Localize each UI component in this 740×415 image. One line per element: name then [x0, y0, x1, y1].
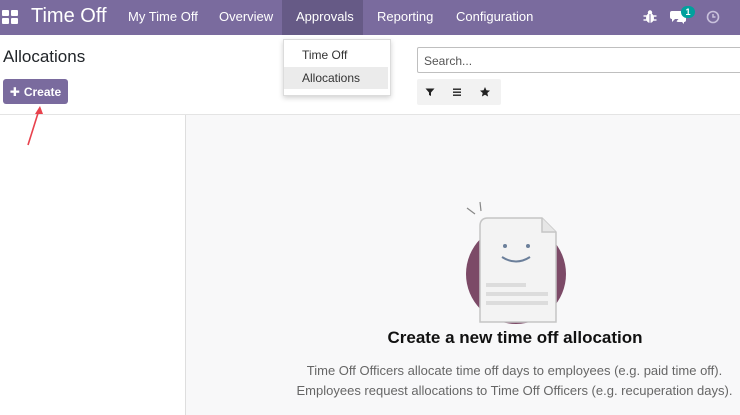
favorites-star-icon[interactable]: [478, 85, 492, 99]
filter-icon[interactable]: [423, 85, 437, 99]
helper-description-line-1: Time Off Officers allocate time off days…: [306, 363, 723, 378]
menu-my-time-off[interactable]: My Time Off: [114, 0, 212, 35]
clock-icon[interactable]: [706, 10, 720, 24]
page-title: Allocations: [3, 47, 86, 66]
menu-configuration[interactable]: Configuration: [442, 0, 547, 35]
helper-description-line-2: Employees request allocations to Time Of…: [296, 383, 733, 398]
menu-reporting[interactable]: Reporting: [363, 0, 447, 35]
bug-icon[interactable]: [643, 9, 657, 25]
menu-overview[interactable]: Overview: [205, 0, 287, 35]
search-box: [417, 47, 740, 73]
side-panel: [0, 115, 186, 415]
create-button-label: Create: [23, 84, 62, 99]
search-options-bar: [417, 79, 501, 105]
helper-title: Create a new time off allocation: [387, 328, 643, 347]
top-navbar: Time Off My Time Off Overview Approvals …: [0, 0, 740, 35]
search-input[interactable]: [422, 49, 726, 73]
group-by-icon[interactable]: [450, 85, 464, 99]
chat-badge: 1: [681, 6, 695, 18]
menu-approvals[interactable]: Approvals: [282, 0, 363, 35]
dropdown-item-allocations[interactable]: Allocations: [284, 67, 388, 89]
plus-icon: ✚: [9, 84, 20, 99]
empty-document-illustration: [466, 201, 566, 324]
annotation-arrow-icon: [27, 106, 43, 146]
approvals-dropdown: Time Off Allocations: [283, 39, 391, 96]
apps-grid-icon[interactable]: [2, 10, 18, 24]
dropdown-item-time-off[interactable]: Time Off: [284, 44, 388, 66]
app-name[interactable]: Time Off: [31, 5, 107, 28]
